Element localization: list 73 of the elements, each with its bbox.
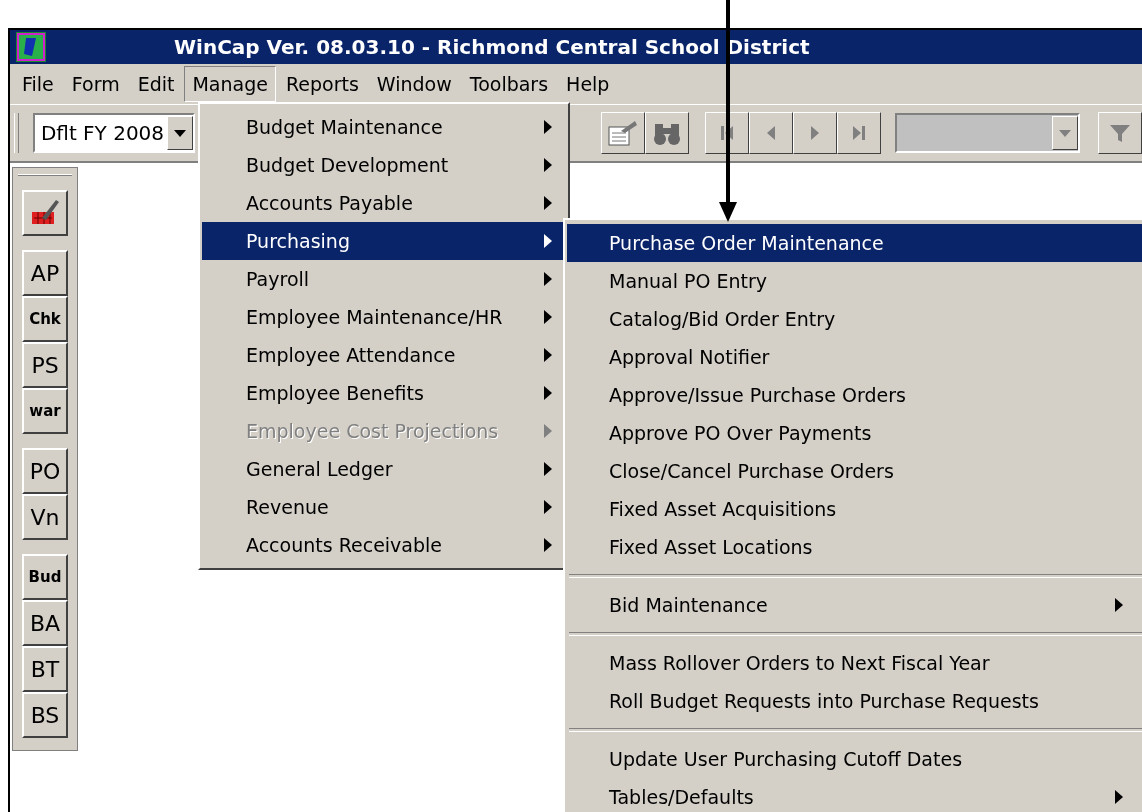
submenu-arrow-icon xyxy=(544,348,552,362)
menu-item[interactable]: Form xyxy=(63,66,128,102)
submenu-arrow-icon xyxy=(544,310,552,324)
menu-entry[interactable]: Purchasing xyxy=(202,222,566,260)
menu-entry[interactable]: Employee Maintenance/HR xyxy=(202,298,566,336)
menu-entry[interactable]: Approval Notifier xyxy=(567,338,1142,376)
menu-entry[interactable]: Fixed Asset Locations xyxy=(567,528,1142,566)
menu-entry[interactable]: Purchase Order Maintenance xyxy=(567,224,1142,262)
submenu-arrow-icon xyxy=(544,272,552,286)
menu-entry[interactable]: Budget Maintenance xyxy=(202,108,566,146)
menu-entry[interactable]: Manual PO Entry xyxy=(567,262,1142,300)
shortcut-button[interactable]: BA xyxy=(22,600,68,646)
next-record-button[interactable] xyxy=(792,112,837,154)
shortcut-button[interactable]: war xyxy=(22,388,68,434)
menu-entry[interactable]: Bid Maintenance xyxy=(567,586,1142,624)
first-record-button[interactable] xyxy=(704,112,749,154)
right-arrow-icon xyxy=(850,125,867,141)
menu-entry[interactable]: Update User Purchasing Cutoff Dates xyxy=(567,740,1142,778)
menu-entry[interactable]: Mass Rollover Orders to Next Fiscal Year xyxy=(567,644,1142,682)
shortcut-button[interactable]: Bud xyxy=(22,554,68,600)
menu-item[interactable]: Manage xyxy=(184,66,276,102)
shortcut-button[interactable]: Chk xyxy=(22,296,68,342)
caret-icon xyxy=(173,129,186,137)
fiscal-year-dropdown[interactable]: Dflt FY 2008 xyxy=(32,113,195,153)
menu-entry[interactable]: Employee Benefits xyxy=(202,374,566,412)
menu-entry[interactable]: General Ledger xyxy=(202,450,566,488)
app-icon xyxy=(16,32,46,62)
tool-button[interactable] xyxy=(22,190,68,236)
submenu-arrow-icon xyxy=(544,120,552,134)
submenu-arrow-icon xyxy=(544,196,552,210)
submenu-arrow-icon xyxy=(544,462,552,476)
submenu-arrow-icon xyxy=(1115,790,1123,804)
menu-item[interactable]: Toolbars xyxy=(461,66,557,102)
shortcut-button[interactable]: AP xyxy=(22,250,68,296)
menu-item[interactable]: Window xyxy=(368,66,460,102)
previous-record-button[interactable] xyxy=(748,112,793,154)
menu-entry[interactable]: Catalog/Bid Order Entry xyxy=(567,300,1142,338)
menu-entry[interactable]: Tables/Defaults xyxy=(567,778,1142,812)
shortcut-button[interactable]: PS xyxy=(22,342,68,388)
menu-entry[interactable]: Payroll xyxy=(202,260,566,298)
funnel-icon xyxy=(1110,123,1130,143)
menu-entry[interactable]: Revenue xyxy=(202,488,566,526)
menu-entry[interactable]: Approve PO Over Payments xyxy=(567,414,1142,452)
menu-item[interactable]: File xyxy=(14,66,62,102)
menu-item[interactable]: Edit xyxy=(129,66,183,102)
menu-entry[interactable]: Employee Attendance xyxy=(202,336,566,374)
caret-icon xyxy=(1059,129,1071,137)
menu-entry[interactable]: Roll Budget Requests into Purchase Requests xyxy=(567,682,1142,720)
submenu-arrow-icon xyxy=(544,538,552,552)
shortcut-button[interactable]: BS xyxy=(22,692,68,738)
menu-item[interactable]: Reports xyxy=(277,66,367,102)
submenu-arrow-icon xyxy=(544,234,552,248)
menu-item[interactable]: Help xyxy=(558,66,618,102)
menu-entry[interactable]: Close/Cancel Purchase Orders xyxy=(567,452,1142,490)
submenu-arrow-icon xyxy=(1115,598,1123,612)
form-edit-button[interactable] xyxy=(600,112,645,154)
menu-entry[interactable]: Budget Development xyxy=(202,146,566,184)
menu-entry[interactable]: Approve/Issue Purchase Orders xyxy=(567,376,1142,414)
menu-entry[interactable]: Accounts Receivable xyxy=(202,526,566,564)
submenu-arrow-icon xyxy=(544,424,552,438)
submenu-arrow-icon xyxy=(544,158,552,172)
last-record-button[interactable] xyxy=(836,112,881,154)
shortcut-button[interactable]: BT xyxy=(22,646,68,692)
menu-entry[interactable]: Fixed Asset Acquisitions xyxy=(567,490,1142,528)
find-button[interactable] xyxy=(644,112,689,154)
submenu-arrow-icon xyxy=(544,386,552,400)
record-dropdown[interactable] xyxy=(894,113,1080,153)
filter-button[interactable] xyxy=(1098,112,1142,154)
submenu-arrow-icon xyxy=(544,500,552,514)
menu-entry[interactable]: Accounts Payable xyxy=(202,184,566,222)
shortcut-button[interactable]: Vn xyxy=(22,494,68,540)
shortcut-button[interactable]: PO xyxy=(22,448,68,494)
form-icon xyxy=(606,119,639,147)
